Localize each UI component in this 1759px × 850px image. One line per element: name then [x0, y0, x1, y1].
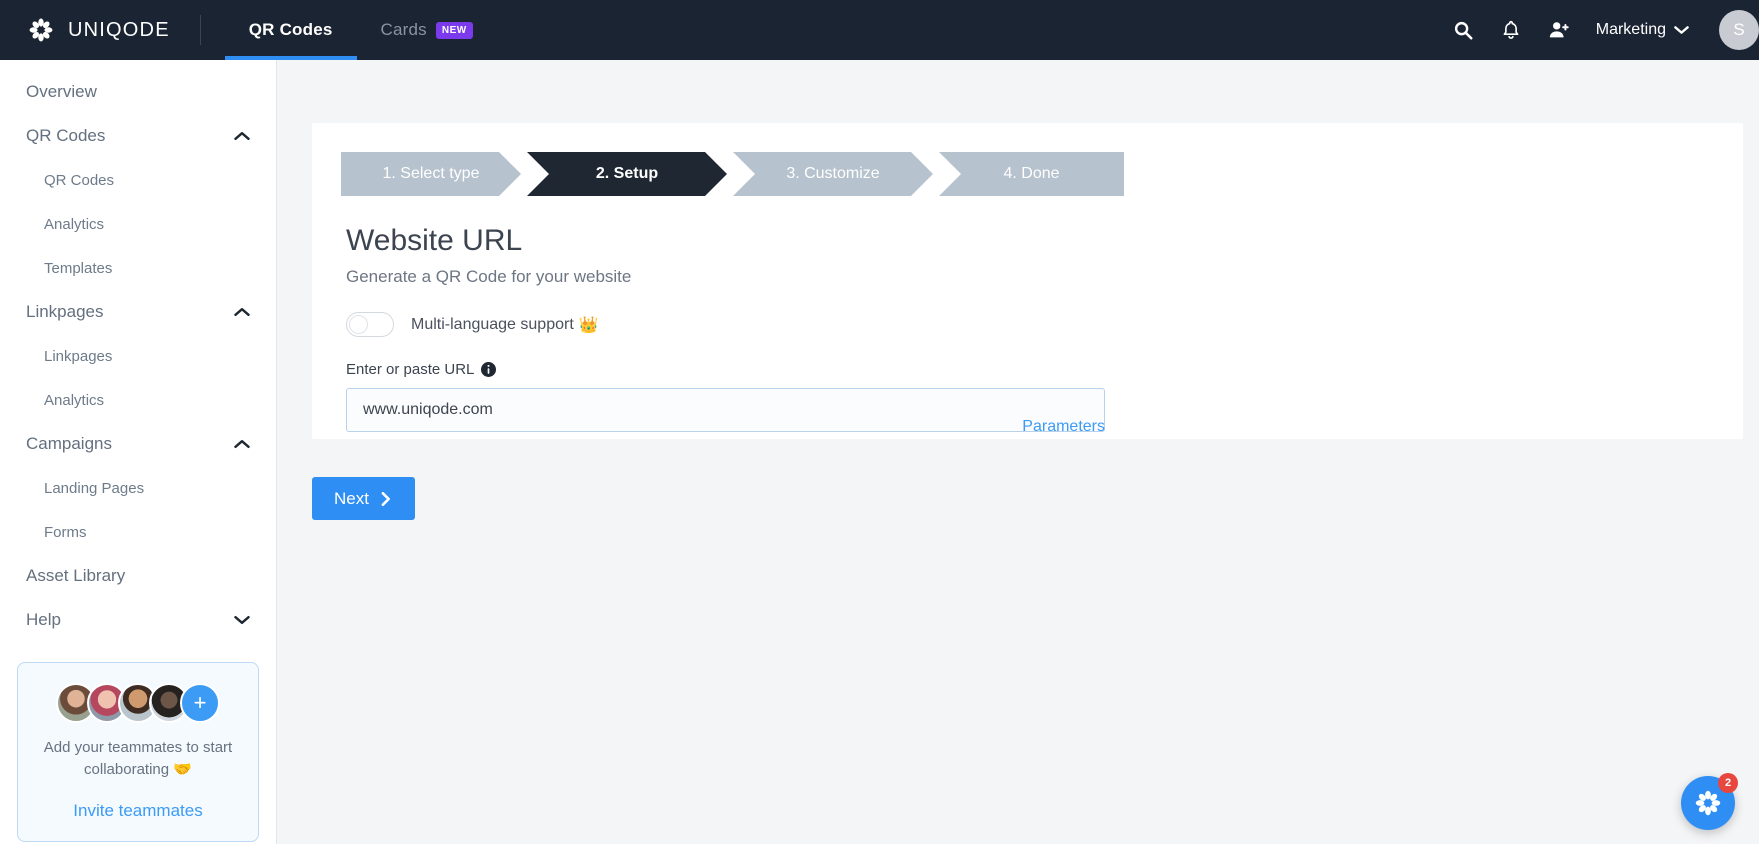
- bottom-strip: [0, 844, 1759, 850]
- account-menu[interactable]: Marketing: [1596, 21, 1689, 39]
- page-title: Website URL: [346, 224, 523, 257]
- sidebar-item-label: Linkpages: [44, 347, 113, 365]
- brand-name: UNIQODE: [68, 18, 170, 41]
- sidebar-item-linkpages[interactable]: Linkpages: [0, 290, 276, 334]
- step-label: 3. Customize: [786, 165, 880, 182]
- sidebar-item-forms[interactable]: Forms: [0, 510, 276, 554]
- app-root: UNIQODE QR Codes Cards NEW Marketing S O…: [0, 0, 1759, 850]
- add-teammate-button[interactable]: +: [180, 683, 220, 723]
- step-select-type[interactable]: 1. Select type: [341, 152, 521, 196]
- teammates-message: Add your teammates to start collaboratin…: [43, 739, 233, 778]
- tab-cards-label: Cards: [380, 20, 427, 39]
- tab-qr-codes-label: QR Codes: [248, 20, 333, 39]
- sidebar-item-label: Forms: [44, 523, 87, 541]
- sidebar-item-label: Help: [26, 610, 61, 629]
- tab-cards-new-badge: NEW: [435, 21, 473, 39]
- top-navigation-bar: UNIQODE QR Codes Cards NEW Marketing S: [0, 0, 1759, 60]
- toggle-knob: [349, 315, 368, 334]
- multilanguage-row: Multi-language support 👑: [346, 312, 1743, 337]
- sidebar-item-qr-codes-list[interactable]: QR Codes: [0, 158, 276, 202]
- sidebar-item-label: QR Codes: [26, 126, 106, 145]
- chevron-up-icon: [234, 440, 250, 448]
- sidebar-item-qr-analytics[interactable]: Analytics: [0, 202, 276, 246]
- bell-icon[interactable]: [1500, 19, 1522, 41]
- next-button-label: Next: [334, 488, 369, 508]
- multilanguage-label: Multi-language support: [411, 315, 574, 333]
- url-field-label: Enter or paste URL: [346, 361, 475, 378]
- nav-right-actions: Marketing S: [1452, 0, 1759, 60]
- nav-divider: [199, 15, 201, 45]
- sidebar-item-label: Analytics: [44, 391, 105, 409]
- nav-tabs: QR Codes Cards NEW: [224, 0, 497, 60]
- flower-logo-icon: [1695, 790, 1721, 816]
- main-content: 1. Select type 2. Setup 3. Customize 4. …: [277, 60, 1759, 850]
- chevron-down-icon: [1674, 26, 1689, 34]
- sidebar-item-label: Analytics: [44, 215, 105, 233]
- sidebar-item-label: Asset Library: [26, 566, 126, 585]
- step-label: 1. Select type: [382, 165, 480, 182]
- sidebar-item-overview[interactable]: Overview: [0, 70, 276, 114]
- step-label: 2. Setup: [595, 165, 659, 182]
- page-subtitle: Generate a QR Code for your website: [346, 267, 632, 286]
- tab-cards[interactable]: Cards NEW: [357, 0, 497, 60]
- user-avatar[interactable]: S: [1719, 10, 1759, 50]
- tab-qr-codes[interactable]: QR Codes: [224, 0, 357, 60]
- url-field-label-row: Enter or paste URL: [346, 361, 1743, 378]
- chevron-right-icon: [381, 491, 390, 506]
- multilanguage-toggle[interactable]: [346, 312, 394, 337]
- sidebar-item-asset-library[interactable]: Asset Library: [0, 554, 276, 598]
- chevron-down-icon: [234, 616, 250, 624]
- sidebar-item-label: Campaigns: [26, 434, 112, 453]
- plus-icon: +: [193, 690, 207, 715]
- wizard-stepper: 1. Select type 2. Setup 3. Customize 4. …: [341, 152, 1743, 196]
- sidebar-item-label: Overview: [26, 82, 97, 101]
- sidebar-item-landing-pages[interactable]: Landing Pages: [0, 466, 276, 510]
- chevron-up-icon: [234, 132, 250, 140]
- sidebar-item-campaigns[interactable]: Campaigns: [0, 422, 276, 466]
- sidebar-item-label: Templates: [44, 259, 113, 277]
- search-icon[interactable]: [1452, 19, 1474, 41]
- teammate-avatar-stack: +: [32, 683, 244, 723]
- account-name: Marketing: [1595, 21, 1666, 38]
- crown-icon: 👑: [578, 316, 599, 334]
- setup-card: 1. Select type 2. Setup 3. Customize 4. …: [312, 123, 1743, 439]
- sidebar-item-label: Landing Pages: [44, 479, 145, 497]
- sidebar-item-linkpages-analytics[interactable]: Analytics: [0, 378, 276, 422]
- chevron-up-icon: [234, 308, 250, 316]
- sidebar-item-label: Linkpages: [26, 302, 104, 321]
- step-setup[interactable]: 2. Setup: [527, 152, 727, 196]
- sidebar: Overview QR Codes QR Codes Analytics Tem…: [0, 60, 277, 850]
- sidebar-item-templates[interactable]: Templates: [0, 246, 276, 290]
- sidebar-item-linkpages-list[interactable]: Linkpages: [0, 334, 276, 378]
- avatar-initial: S: [1733, 20, 1745, 39]
- step-label: 4. Done: [1003, 165, 1060, 182]
- step-customize[interactable]: 3. Customize: [733, 152, 933, 196]
- info-icon[interactable]: [481, 362, 497, 377]
- add-user-icon[interactable]: [1548, 19, 1570, 41]
- sidebar-item-qr-codes[interactable]: QR Codes: [0, 114, 276, 158]
- invite-teammates-card: + Add your teammates to start collaborat…: [17, 662, 259, 842]
- brand-logo[interactable]: UNIQODE: [0, 16, 170, 44]
- help-floating-button[interactable]: 2: [1681, 773, 1738, 830]
- flower-logo-icon: [29, 18, 53, 42]
- sidebar-item-help[interactable]: Help: [0, 598, 276, 642]
- parameters-link[interactable]: Parameters: [346, 418, 1105, 436]
- invite-teammates-link[interactable]: Invite teammates: [32, 801, 244, 821]
- sidebar-item-label: QR Codes: [44, 171, 115, 189]
- step-done[interactable]: 4. Done: [939, 152, 1124, 196]
- next-button[interactable]: Next: [312, 477, 415, 520]
- help-badge-count: 2: [1718, 773, 1738, 793]
